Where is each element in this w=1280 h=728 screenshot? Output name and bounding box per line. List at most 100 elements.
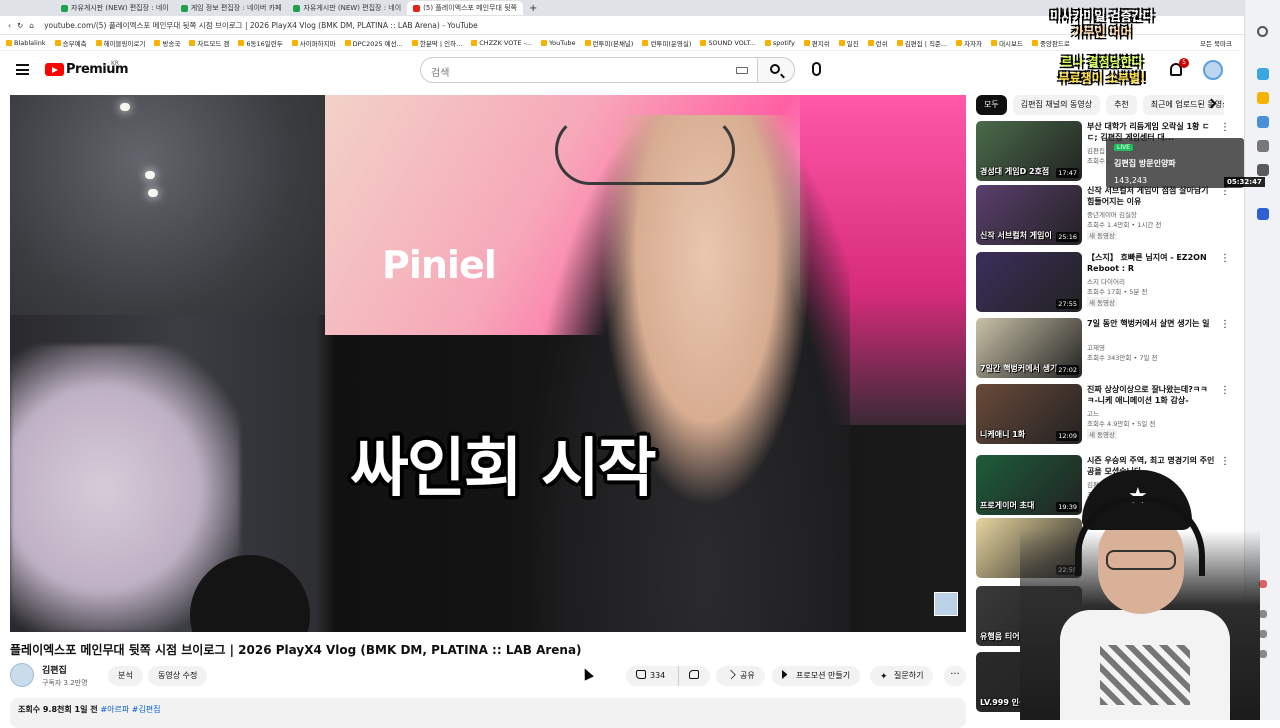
more-options-icon[interactable]: ⋮ [1220,254,1230,264]
recommendation-thumbnail[interactable]: 신작 서브컬처 게임이 25:16 [976,185,1082,245]
new-tab-button[interactable]: + [523,1,543,15]
bookmark-item[interactable]: YouTube [541,39,576,47]
tab-favicon-icon [180,4,188,12]
voice-search-icon[interactable] [812,62,821,76]
tray-icon[interactable] [1259,630,1267,638]
app-icon[interactable] [1257,68,1269,80]
bookmark-item[interactable]: SOUND VOLT... [700,39,756,47]
recommendation-thumbnail[interactable]: 경성대 게임D 2호점 17:47 [976,121,1082,181]
home-icon[interactable]: ⌂ [29,21,34,30]
more-options-icon[interactable]: ⋮ [1220,187,1230,197]
thumbnail-text: 7일간 핵벙커에서 생기 [980,364,1058,373]
share-button[interactable]: 공유 [716,666,765,686]
search-button[interactable] [757,57,795,83]
channel-name[interactable]: 김편집 [42,663,67,676]
dislike-button[interactable] [678,666,710,686]
bookmark-item[interactable]: 자자자 [956,38,982,48]
tray-icon[interactable] [1259,580,1267,588]
recommendation-channel: 스지 다이어리 [1087,278,1125,286]
filter-chip[interactable]: 추천 [1106,95,1137,115]
recommendation-thumbnail[interactable]: 7일간 핵벙커에서 생기 27:02 [976,318,1082,378]
tray-icon[interactable] [1259,650,1267,658]
description-tags[interactable]: #아르파 #김편집 [100,705,160,714]
address-url[interactable]: youtube.com/(5) 플레이엑스포 메인무대 뒷쪽 시점 브이로그 |… [44,20,1044,31]
megaphone-icon [782,670,792,679]
channel-watermark-icon[interactable] [934,592,958,616]
bookmark-item[interactable]: 런쉬 [867,38,888,48]
stream-uptime: 05:32:47 [1224,177,1265,187]
bookmark-item[interactable]: 대시보드 [991,38,1023,48]
like-button[interactable]: 334 [626,666,678,686]
bookmark-item[interactable]: 편지쉬 [803,38,830,48]
bookmark-item[interactable]: 방송국 [154,38,180,48]
account-avatar[interactable] [1203,60,1223,80]
stream-chat-overlay: 미사카미일 검증간다 가무인 어어 르나 결정당한다 무료쟁이 소부별! [1042,8,1162,86]
edit-video-button[interactable]: 동영상 수정 [148,666,208,686]
youtube-logo-icon[interactable] [45,63,64,76]
more-options-icon[interactable]: ⋮ [1220,457,1230,467]
app-icon[interactable] [1257,208,1269,220]
ask-button[interactable]: ✦ 질문하기 [870,666,934,686]
app-icon[interactable] [1257,92,1269,104]
browser-tab[interactable]: 자유게시판 (NEW) 편집장 : 네이 [55,1,175,15]
app-icon[interactable] [1257,116,1269,128]
filter-chip[interactable]: 김편집 채널의 동영상 [1012,95,1101,115]
bookmark-icon [291,39,298,46]
browser-tab-active[interactable]: (5) 플레이엑스포 메인무대 뒷쪽 [407,1,524,15]
all-bookmarks[interactable]: 모든 북마크 [1200,38,1240,48]
logo-region: KR [111,60,120,67]
recommendation-item[interactable]: 신작 서브컬처 게임이 25:16 신작 서브컬처 게임이 점점 살아남기 힘들어지… [976,185,1230,245]
bookmark-item[interactable]: spotify [764,39,795,47]
bookmark-item[interactable]: 김편집 | 직준... [896,38,947,48]
promote-button[interactable]: 프로모션 만들기 [772,666,861,686]
more-actions-button[interactable]: ··· [944,666,966,686]
app-icon[interactable] [1257,140,1269,152]
bookmark-item[interactable]: 차트모드 겜 [189,38,229,48]
filter-chip[interactable]: 모두 [976,95,1007,115]
bookmark-icon [1031,39,1038,46]
search-icon [770,64,780,74]
analytics-button[interactable]: 분석 [108,666,143,686]
bookmark-icon [344,39,351,46]
bookmark-item[interactable]: DPC2025 예선... [344,38,403,48]
bookmark-item[interactable]: CHZZK VOTE -... [471,39,532,47]
hamburger-menu-icon[interactable] [16,64,29,75]
keyboard-icon[interactable] [736,67,748,74]
more-options-icon[interactable]: ⋮ [1220,386,1230,396]
app-icon[interactable] [1257,164,1269,176]
bookmark-item[interactable]: 런투피(본채널) [584,38,633,48]
video-frame-light [145,171,155,179]
bookmark-item[interactable]: 승부예측 [54,38,87,48]
more-options-icon[interactable]: ⋮ [1220,123,1230,133]
back-icon[interactable]: ‹ [8,21,11,30]
recommendation-thumbnail[interactable]: 27:55 [976,252,1082,312]
video-duration: 12:09 [1056,431,1079,441]
video-player[interactable]: Piniel 싸인회 시작 [10,95,966,632]
recommendation-item[interactable]: 니케애니 1화 12:09 진짜 상상이상으로 잘나왔는데?ㅋㅋㅋ-니케 애니메이션… [976,384,1230,444]
more-options-icon[interactable]: ⋮ [1220,320,1230,330]
recommendation-title: 진짜 상상이상으로 잘나왔는데?ㅋㅋㅋ-니케 애니메이션 1화 감상- [1087,385,1208,405]
bookmark-item[interactable]: 런투피(운영실) [642,38,691,48]
notification-badge: 5 [1179,58,1189,68]
search-icon[interactable] [1257,26,1268,37]
live-badge: LIVE [1114,144,1134,151]
overlay-line: 미사카미일 검증간다 [1050,9,1154,23]
search-input[interactable]: 검색 [420,57,757,83]
channel-avatar[interactable] [10,663,34,687]
recommendation-channel: 고재영 [1087,344,1105,352]
bookmark-item[interactable]: 6동16일련두 [238,38,283,48]
bookmark-icon [764,39,771,46]
bookmark-item[interactable]: 한분딱 | 인하... [411,38,462,48]
recommendation-item[interactable]: 27:55 【스지】 흐빠른 님지여 - EZ2ON Reboot : R 스지 다… [976,252,1230,312]
recommendation-item[interactable]: 7일간 핵벙커에서 생기 27:02 7일 동안 핵벙커에서 살면 생기는 일 고재영… [976,318,1230,378]
recommendation-thumbnail[interactable]: 니케애니 1화 12:09 [976,384,1082,444]
browser-tab[interactable]: 자유게시판 (NEW) 편집장 : 네이 [287,1,407,15]
browser-tab[interactable]: 게임 정보 편집장 : 네이버 카페 [175,1,288,15]
tray-icon[interactable] [1259,610,1267,618]
bookmark-item[interactable]: Blablalink [6,39,46,47]
bookmark-item[interactable]: 사이퍼하지마 [291,38,336,48]
bookmark-item[interactable]: 헤이블링이로기 [95,38,145,48]
bookmark-item[interactable]: 일진 [838,38,859,48]
video-frame-glasses [555,115,735,185]
reload-icon[interactable]: ↻ [17,21,23,30]
